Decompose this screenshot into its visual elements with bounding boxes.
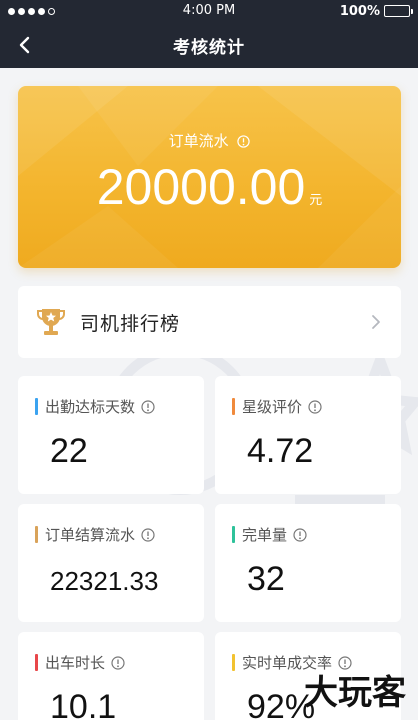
order-revenue-card: 订单流水 20000.00 元 [18, 86, 401, 268]
stat-value: 4.72 [247, 432, 314, 470]
stat-label-row: 完单量 [242, 524, 307, 545]
stat-card-driving-hours[interactable]: 出车时长 10.1 [18, 632, 204, 720]
accent-bar [232, 654, 235, 671]
driver-ranking-row[interactable]: 司机排行榜 [18, 286, 401, 358]
stat-label-row: 出勤达标天数 [45, 396, 155, 417]
stat-card-order-settlement[interactable]: 订单结算流水 22321.33 [18, 504, 204, 622]
stat-value: 32 [247, 560, 285, 598]
stat-label-row: 星级评价 [242, 396, 322, 417]
page-title: 考核统计 [173, 37, 245, 58]
stat-value: 22 [50, 432, 88, 470]
info-icon[interactable] [141, 399, 155, 414]
accent-bar [232, 398, 235, 415]
order-revenue-label: 订单流水 [168, 132, 229, 150]
order-revenue-label-row: 订单流水 [18, 130, 401, 151]
currency-unit: 元 [309, 192, 323, 207]
stat-label-row: 订单结算流水 [45, 524, 155, 545]
info-icon[interactable] [237, 135, 251, 148]
stat-label-row: 出车时长 [45, 652, 125, 673]
order-revenue-value-row: 20000.00 元 [18, 158, 401, 216]
stat-value: 10.1 [50, 688, 117, 720]
stat-label: 出车时长 [45, 654, 106, 672]
stat-label: 完单量 [242, 526, 288, 544]
chevron-right-icon [372, 315, 380, 329]
stat-value: 22321.33 [50, 566, 159, 596]
trophy-icon [37, 309, 65, 335]
stat-card-star-rating[interactable]: 星级评价 4.72 [215, 376, 401, 494]
status-time: 4:00 PM [182, 3, 236, 18]
accent-bar [232, 526, 235, 543]
info-icon[interactable] [293, 527, 307, 542]
watermark-text: 大玩客 [304, 673, 406, 713]
info-icon[interactable] [141, 527, 155, 542]
navigation-bar: 考核统计 [0, 22, 418, 68]
driver-ranking-label: 司机排行榜 [80, 312, 181, 335]
accent-bar [35, 398, 38, 415]
stat-label: 星级评价 [242, 398, 303, 416]
stat-card-completed-orders[interactable]: 完单量 32 [215, 504, 401, 622]
info-icon[interactable] [111, 655, 125, 670]
stat-card-attendance-days[interactable]: 出勤达标天数 22 [18, 376, 204, 494]
stat-label: 订单结算流水 [45, 526, 136, 544]
accent-bar [35, 654, 38, 671]
info-icon[interactable] [308, 399, 322, 414]
back-arrow-icon[interactable] [14, 33, 36, 57]
status-bar: 4:00 PM 100% [0, 0, 418, 22]
stat-label: 出勤达标天数 [45, 398, 136, 416]
accent-bar [35, 526, 38, 543]
battery-icon [384, 5, 413, 17]
order-revenue-value: 20000.00 [96, 159, 306, 215]
